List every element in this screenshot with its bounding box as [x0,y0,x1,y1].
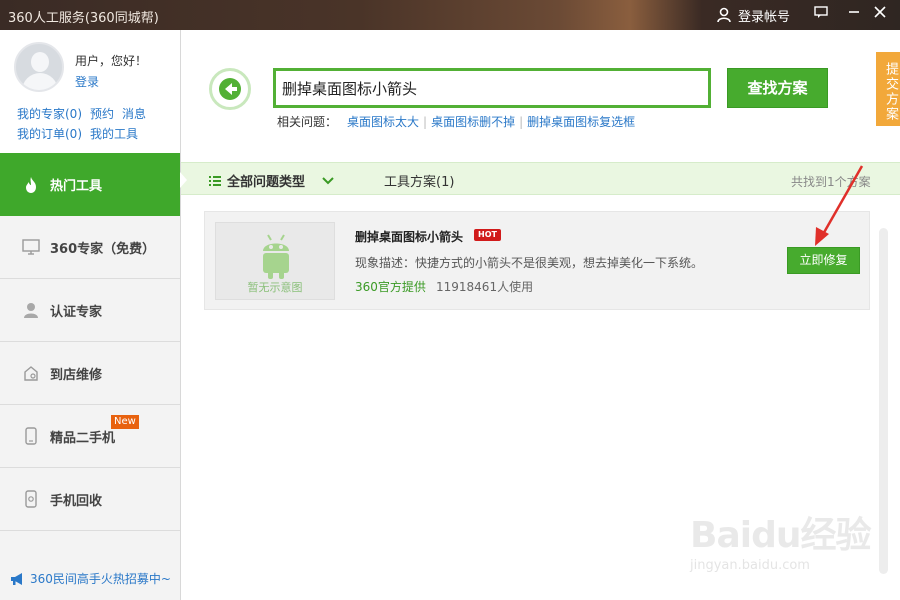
sidebar-item-used-phones[interactable]: 精品二手机 New [0,405,180,468]
list-icon [209,175,221,186]
message-icon[interactable] [810,4,832,26]
separator: | [423,114,428,129]
title-bar: 360人工服务(360同城帮) 登录帐号 [0,0,900,30]
sidebar-item-certified-expert[interactable]: 认证专家 [0,279,180,342]
submit-solution-tab[interactable]: 提交方案 [876,52,900,126]
store-icon [22,364,40,382]
person-icon [22,301,40,319]
user-icon [717,7,731,23]
greeting-text: 用户，您好！ [75,54,148,68]
separator: | [519,114,524,129]
my-orders-link[interactable]: 我的订单(0) [17,125,82,142]
result-count: 共找到1个方案 [791,175,871,189]
monitor-icon [22,238,40,256]
sidebar-item-hot-tools[interactable]: 热门工具 [0,153,180,216]
tab-tool-solutions[interactable]: 工具方案(1) [384,171,454,190]
new-badge: New [111,415,139,429]
recruit-link-label: 360民间高手火热招募中~ [30,572,171,586]
problem-type-label: 全部问题类型 [227,175,306,190]
appointment-link[interactable]: 预约 [90,105,114,122]
close-icon[interactable] [869,4,891,26]
fix-now-button[interactable]: 立即修复 [787,247,860,274]
my-tools-link[interactable]: 我的工具 [90,125,138,142]
megaphone-icon [11,572,22,585]
sidebar-item-label: 到店维修 [50,367,103,383]
login-account-label: 登录帐号 [738,9,791,25]
sidebar-item-label: 精品二手机 [50,430,116,446]
recruit-link[interactable]: 360民间高手火热招募中~ [10,570,171,587]
user-panel: 用户，您好！ 登录 我的专家(0) 预约 消息 我的订单(0) 我的工具 [0,30,180,153]
user-links-row1: 我的专家(0) 预约 消息 [17,105,146,122]
sidebar-item-360-expert[interactable]: 360专家（免费） [0,216,180,279]
sidebar-item-store-repair[interactable]: 到店维修 [0,342,180,405]
no-image-label: 暂无示意图 [247,281,303,294]
sidebar-item-phone-recycle[interactable]: 手机回收 [0,468,180,531]
search-box [273,68,711,108]
watermark-url: jingyan.baidu.com [690,558,810,573]
related-link[interactable]: 删掉桌面图标复选框 [527,113,635,130]
result-usage-count: 11918461人使用 [436,280,534,294]
active-notch [180,172,187,188]
scrollbar[interactable] [879,228,888,574]
login-account-button[interactable]: 登录帐号 [716,4,790,26]
filter-bar: 全部问题类型 工具方案(1) 共找到1个方案 [180,162,900,195]
related-label: 相关问题： [277,115,338,129]
sidebar: 用户，您好！ 登录 我的专家(0) 预约 消息 我的订单(0) 我的工具 热门工… [0,30,181,600]
sidebar-item-label: 手机回收 [50,493,103,509]
recycle-phone-icon [22,490,40,508]
arrow-left-icon [219,78,241,100]
related-link[interactable]: 桌面图标删不掉 [431,113,515,130]
back-button[interactable] [209,68,251,110]
phone-icon [22,427,40,445]
chevron-down-icon [322,176,334,184]
my-experts-link[interactable]: 我的专家(0) [17,105,82,122]
result-card: 暂无示意图 删掉桌面图标小箭头 HOT 现象描述：快捷方式的小箭头不是很美观，想… [204,211,870,310]
android-robot-icon [263,234,289,279]
related-questions: 相关问题： 桌面图标太大 | 桌面图标删不掉 | 删掉桌面图标复选框 [277,113,635,130]
sidebar-item-label: 热门工具 [50,179,103,194]
hot-badge: HOT [474,229,501,241]
sidebar-item-label: 360专家（免费） [50,241,156,257]
window-title: 360人工服务(360同城帮) [8,11,159,26]
search-input[interactable] [276,71,708,105]
baidu-watermark: Baidu经验 jingyan.baidu.com [690,498,880,578]
result-provider: 360官方提供 [355,280,426,294]
result-description: 现象描述：快捷方式的小箭头不是很美观，想去掉美化一下系统。 [355,256,704,270]
result-title[interactable]: 删掉桌面图标小箭头 [355,228,463,245]
messages-link[interactable]: 消息 [122,105,146,122]
thumbnail: 暂无示意图 [215,222,335,300]
problem-type-dropdown[interactable]: 全部问题类型 [209,171,335,190]
avatar[interactable] [14,42,64,92]
related-link[interactable]: 桌面图标太大 [347,113,419,130]
minimize-icon[interactable] [843,4,865,26]
watermark-text: Baidu经验 [690,515,871,556]
find-solution-button[interactable]: 查找方案 [727,68,828,108]
login-link[interactable]: 登录 [75,73,99,90]
user-links-row2: 我的订单(0) 我的工具 [17,125,138,142]
sidebar-item-label: 认证专家 [50,304,103,320]
flame-icon [22,176,40,194]
